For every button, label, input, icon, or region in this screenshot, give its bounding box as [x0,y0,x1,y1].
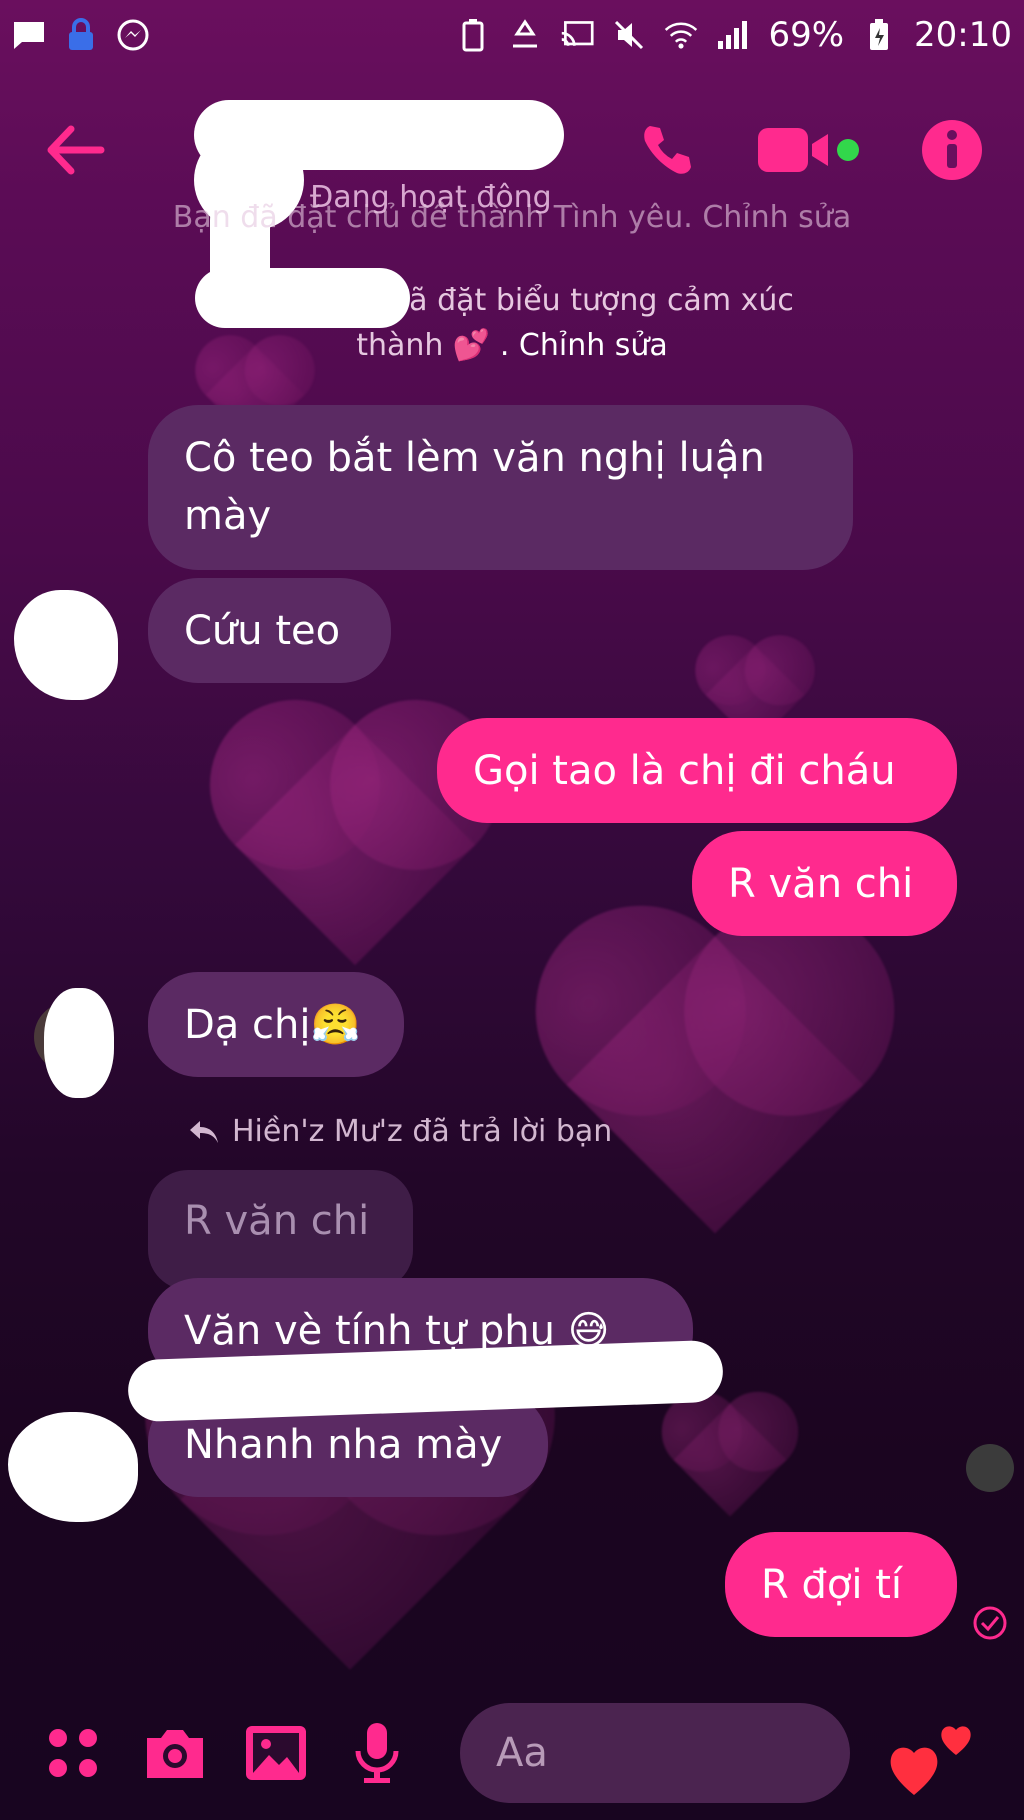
emoji-heart-icon: 💕 [452,328,491,363]
composer-bar [0,1685,1024,1820]
cast-icon [560,18,594,52]
redaction-blot [44,988,114,1098]
message-text: Cô teo bắt lèm văn nghị luận mày [184,435,765,539]
mic-icon [355,1722,399,1783]
back-arrow-icon [47,125,105,175]
bg-heart [673,1403,787,1517]
message-bubble[interactable]: Cứu teo [148,578,391,683]
reply-notice-text: Hiền'z Mư'z đã trả lời bạn [232,1114,613,1149]
hearts-icon [890,1725,971,1795]
camera-icon [146,1729,203,1778]
redaction-blot [8,1412,138,1522]
battery-saver-icon [456,18,490,52]
back-button[interactable] [40,115,110,185]
message-bubble[interactable]: R văn chi [692,831,957,936]
system-message-emoji-line2: thành 💕 . Chỉnh sửa [0,328,1024,363]
message-bubble[interactable]: Dạ chị😤 [148,972,404,1077]
video-icon [758,128,859,172]
redaction-blot [14,590,118,700]
edit-link[interactable]: . Chỉnh sửa [500,328,668,363]
messenger-icon [116,18,150,52]
mute-icon [612,18,646,52]
quoted-message[interactable]: R văn chi [148,1170,413,1290]
call-button[interactable] [636,120,696,180]
more-actions-button[interactable] [40,1713,107,1793]
image-icon [246,1725,306,1780]
message-text: Dạ chị😤 [184,1002,361,1048]
message-notification-icon [12,18,46,52]
lock-icon [64,18,98,52]
contact-info[interactable]: z Đang hoạt động [150,90,636,310]
apps-icon [49,1728,98,1777]
sent-check-icon [972,1605,1008,1645]
message-bubble[interactable]: Cô teo bắt lèm văn nghị luận mày [148,405,853,570]
camera-button[interactable] [141,1713,209,1793]
message-bubble[interactable]: R đợi tí [725,1532,957,1637]
message-text: R văn chi [728,861,914,907]
redaction-blot [195,268,410,328]
message-text: Nhanh nha mày [184,1422,503,1468]
quick-reaction-button[interactable] [884,1703,984,1803]
signal-icon [716,18,750,52]
status-bar: 69% 20:10 [0,0,1024,70]
bg-heart [566,936,864,1234]
video-call-button[interactable] [756,120,860,180]
quoted-text: R văn chi [184,1198,370,1244]
message-text: R đợi tí [761,1562,902,1608]
seen-avatar [966,1444,1014,1492]
system-emoji-prefix: thành [356,328,444,363]
system-message-theme: Bạn đã đặt chủ đề thành Tình yêu. Chỉnh … [172,200,852,234]
battery-percent: 69% [768,15,845,55]
message-input-box[interactable] [460,1702,998,1803]
gallery-button[interactable] [243,1713,310,1793]
reply-notice: Hiền'z Mư'z đã trả lời bạn [188,1114,612,1149]
voice-button[interactable] [343,1713,410,1793]
battery-icon [862,18,896,52]
wifi-icon [664,18,698,52]
reply-icon [190,1120,218,1143]
phone-icon [644,126,691,174]
message-text: Gọi tao là chị đi cháu [473,748,896,794]
info-icon [922,120,982,180]
recycle-icon [508,18,542,52]
message-bubble[interactable]: Gọi tao là chị đi cháu [437,718,957,823]
message-text: Cứu teo [184,608,341,654]
info-button[interactable] [920,118,984,182]
system-message-emoji: đã đặt biểu tượng cảm xúc [0,283,1024,318]
clock: 20:10 [914,15,1012,55]
